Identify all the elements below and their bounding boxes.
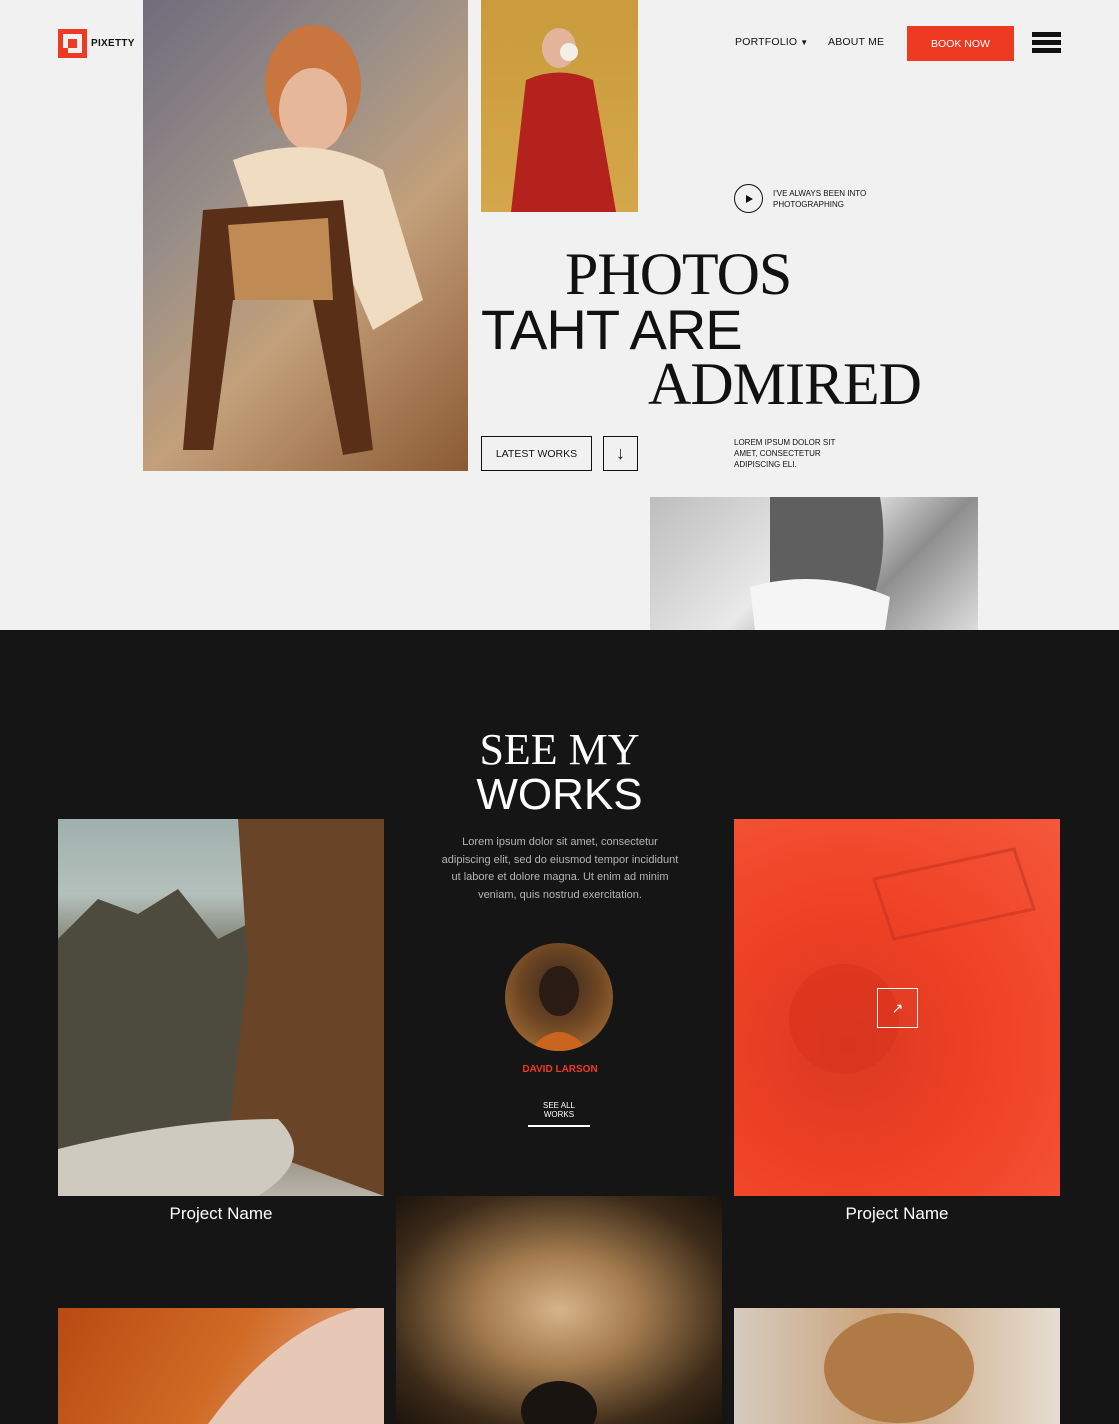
works-title: SEE MY WORKS	[420, 728, 699, 818]
hero-portrait-image	[143, 0, 468, 471]
headline-line-3: ADMIRED	[648, 351, 922, 417]
hero-tagline: I'VE ALWAYS BEEN INTO PHOTOGRAPHING	[773, 188, 867, 209]
arrow-up-right-icon[interactable]: ↗	[877, 988, 918, 1028]
caret-down-icon: ▼	[800, 38, 809, 47]
project-card-hair[interactable]	[734, 1308, 1060, 1424]
author-name: DAVID LARSON	[522, 1064, 598, 1075]
works-title-line-1: SEE MY	[479, 725, 640, 774]
play-video[interactable]: I'VE ALWAYS BEEN INTO PHOTOGRAPHING	[734, 184, 883, 213]
see-all-works-link[interactable]: SEE ALL WORKS	[528, 1101, 590, 1127]
headline-line-2: TAHT ARE	[481, 298, 743, 361]
arrow-down-icon[interactable]: ↓	[603, 436, 638, 471]
latest-works-button[interactable]: LATEST WORKS	[481, 436, 592, 471]
headline-line-1: PHOTOS	[565, 241, 792, 307]
works-title-line-2: WORKS	[476, 770, 643, 819]
play-icon[interactable]	[734, 184, 763, 213]
works-description: Lorem ipsum dolor sit amet, consectetur …	[441, 836, 679, 901]
hamburger-icon[interactable]	[1032, 32, 1061, 53]
nav-portfolio[interactable]: PORTFOLIO ▼	[735, 36, 808, 48]
project-card-textile[interactable]	[58, 1308, 384, 1424]
book-now-button[interactable]: BOOK NOW	[907, 26, 1014, 61]
nav-about[interactable]: ABOUT ME	[828, 36, 884, 48]
avatar	[505, 943, 613, 1051]
nav-portfolio-label: PORTFOLIO	[735, 36, 798, 48]
project-name: Project Name	[169, 1204, 273, 1223]
project-card-cave[interactable]	[396, 1196, 722, 1424]
project-name: Project Name	[845, 1204, 949, 1223]
red-dress-image	[481, 0, 638, 212]
project-card-mountain[interactable]	[58, 819, 384, 1196]
logo-icon	[58, 29, 87, 58]
brand-logo[interactable]: PIXETTY	[58, 29, 135, 58]
bw-back-image	[650, 497, 978, 630]
brand-name: PIXETTY	[91, 38, 135, 49]
hero-blurb: LOREM IPSUM DOLOR SIT AMET, CONSECTETUR …	[734, 438, 836, 469]
